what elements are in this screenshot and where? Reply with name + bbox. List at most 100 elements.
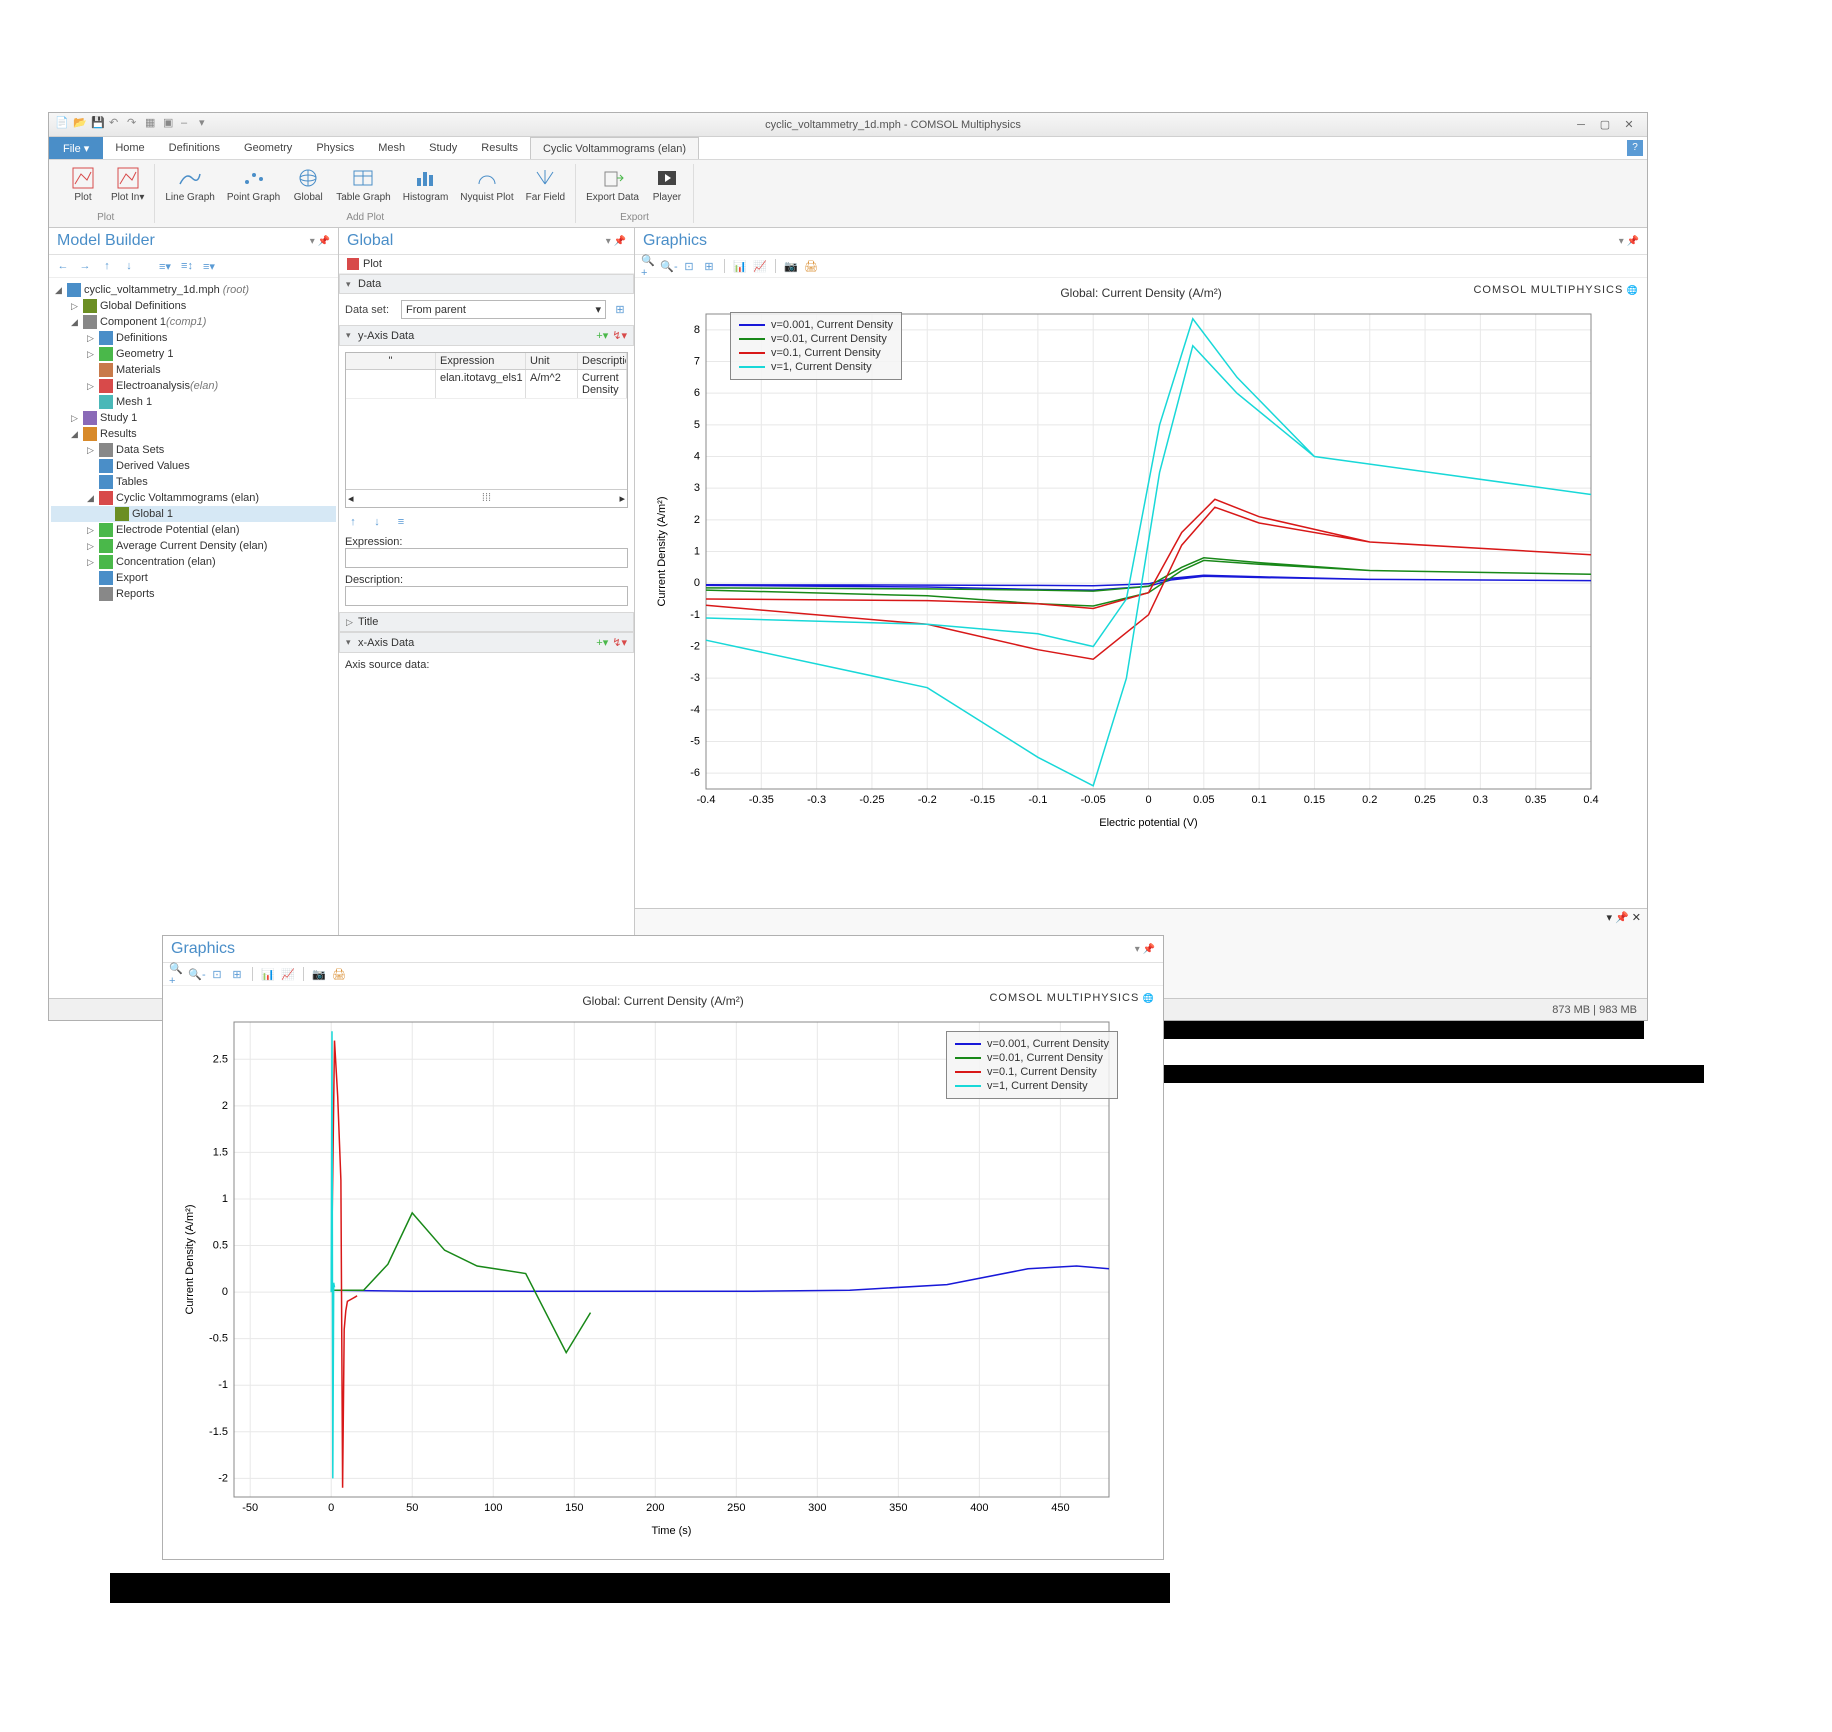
tree-node[interactable]: ▷Electrode Potential (elan) [51,522,336,538]
decorative-bar [1164,1065,1704,1083]
tree-node[interactable]: ▷Geometry 1 [51,346,336,362]
expression-input[interactable] [345,548,628,568]
menu-study[interactable]: Study [417,137,469,159]
decorative-bar [110,1573,1170,1603]
tree-root: ◢cyclic_voltammetry_1d.mph (root) [51,282,336,298]
menu-mesh[interactable]: Mesh [366,137,417,159]
quick-access-toolbar[interactable]: 📄📂💾↶↷▦▣–▾ [55,116,217,133]
menu-cyclic-voltammograms[interactable]: Cyclic Voltammograms (elan) [530,137,699,159]
pin-icon[interactable]: ▾ 📌 [1135,944,1155,955]
description-input[interactable] [345,586,628,606]
ribbon-group-export: Export Data Player Export [576,164,694,223]
collapse-icon: ≡↕ [179,258,195,274]
ribbon-plot-button[interactable]: Plot [65,164,101,205]
svg-text:0.1: 0.1 [1251,794,1266,806]
floating-toolbar[interactable]: 🔍+🔍-⊡⊞ 📊📈 📷🖨 [163,963,1163,986]
delete-icon[interactable]: ≡ [393,514,409,530]
main-plot[interactable]: COMSOL MULTIPHYSICS 🌐 Global: Current De… [635,278,1647,908]
legend: v=0.001, Current Densityv=0.01, Current … [730,312,902,380]
svg-text:300: 300 [808,1502,826,1514]
graphics-toolbar[interactable]: 🔍+🔍-⊡⊞ 📊📈 📷🖨 [635,255,1647,278]
tree-node[interactable]: Materials [51,362,336,378]
ribbon-group-label: Add Plot [346,212,384,223]
menu-results[interactable]: Results [469,137,530,159]
svg-text:-4: -4 [690,704,700,716]
section-xaxis[interactable]: ▾x-Axis Data +▾↯▾ [339,632,634,653]
tree-node[interactable]: ▷Electroanalysis (elan) [51,378,336,394]
ribbon-export-data[interactable]: Export Data [584,164,641,205]
svg-text:0: 0 [694,577,700,589]
ribbon-table-graph[interactable]: Table Graph [334,164,392,205]
move-up-icon[interactable]: ↑ [345,514,361,530]
chart2-icon: 📈 [752,258,768,274]
main-app-window: 📄📂💾↶↷▦▣–▾ cyclic_voltammetry_1d.mph - CO… [48,112,1648,1021]
help-icon[interactable]: ? [1627,140,1643,156]
pin-icon[interactable]: ▾ 📌 [1619,236,1639,247]
section-yaxis[interactable]: ▾y-Axis Data +▾↯▾ [339,325,634,346]
window-title: cyclic_voltammetry_1d.mph - COMSOL Multi… [217,119,1569,131]
menu-home[interactable]: Home [103,137,156,159]
zoom-box-icon: ⊡ [681,258,697,274]
menu-definitions[interactable]: Definitions [157,137,232,159]
ribbon-far-field[interactable]: Far Field [524,164,567,205]
tree-node[interactable]: Tables [51,474,336,490]
zoom-in-icon: 🔍+ [169,966,185,982]
zoom-out-icon: 🔍- [189,966,205,982]
chart-icon: 📊 [732,258,748,274]
tree-node[interactable]: ▷Definitions [51,330,336,346]
decorative-bar [1164,1021,1644,1039]
tree-node[interactable]: Reports [51,586,336,602]
svg-text:-2: -2 [690,641,700,653]
section-data[interactable]: ▾Data [339,274,634,294]
ribbon-point-graph[interactable]: Point Graph [225,164,282,205]
tree-node[interactable]: ▷Global Definitions [51,298,336,314]
tree-node[interactable]: ▷Concentration (elan) [51,554,336,570]
floating-plot[interactable]: COMSOL MULTIPHYSICS 🌐 Global: Current De… [163,986,1163,1559]
svg-text:-1: -1 [690,609,700,621]
tree-node[interactable]: ◢Cyclic Voltammograms (elan) [51,490,336,506]
dataset-combo[interactable]: From parent▾ [401,300,606,319]
zoom-out-icon: 🔍- [661,258,677,274]
tree-node[interactable]: Export [51,570,336,586]
nav-back-icon: ← [55,258,71,274]
svg-text:-6: -6 [690,767,700,779]
ribbon-group-label: Plot [97,212,114,223]
move-down-icon[interactable]: ↓ [369,514,385,530]
menu-geometry[interactable]: Geometry [232,137,304,159]
model-builder-toolbar[interactable]: ←→↑↓ ≡▾≡↕≡▾ [49,255,338,278]
bottom-panel-controls[interactable]: ▾ 📌 ✕ [1606,911,1641,996]
dataset-action-icon[interactable]: ⊞ [612,302,628,318]
tree-node[interactable]: ◢Results [51,426,336,442]
svg-text:0.25: 0.25 [1414,794,1435,806]
axis-source-label: Axis source data: [345,659,628,671]
panel-title: Graphics [643,232,707,250]
graphics-panel: Graphics ▾ 📌 🔍+🔍-⊡⊞ 📊📈 📷🖨 COMSOL MULTIPHY… [635,228,1647,998]
svg-text:-0.05: -0.05 [1081,794,1106,806]
ribbon-histogram[interactable]: Histogram [401,164,451,205]
tree-node[interactable]: ▷Study 1 [51,410,336,426]
pin-icon[interactable]: ▾ 📌 [606,236,626,247]
watermark: COMSOL MULTIPHYSICS 🌐 [989,992,1155,1004]
svg-text:0.35: 0.35 [1525,794,1546,806]
tree-node[interactable]: Global 1 [51,506,336,522]
expression-label: Expression: [345,536,402,548]
model-tree[interactable]: ◢cyclic_voltammetry_1d.mph (root) ▷Globa… [49,278,338,998]
file-menu[interactable]: File ▾ [49,137,103,159]
ribbon-player[interactable]: Player [649,164,685,205]
ribbon-line-graph[interactable]: Line Graph [163,164,216,205]
section-title[interactable]: ▷Title [339,612,634,632]
ribbon-global[interactable]: Global [290,164,326,205]
ribbon-nyquist[interactable]: Nyquist Plot [458,164,515,205]
svg-text:0.05: 0.05 [1193,794,1214,806]
tree-node[interactable]: ▷Average Current Density (elan) [51,538,336,554]
window-controls[interactable]: ─▢✕ [1569,118,1641,131]
list-icon: ≡▾ [201,258,217,274]
yaxis-table[interactable]: "ExpressionUnitDescription elan.itotavg_… [345,352,628,508]
tree-node[interactable]: Mesh 1 [51,394,336,410]
pin-icon[interactable]: ▾ 📌 [310,236,330,247]
menu-physics[interactable]: Physics [304,137,366,159]
tree-node[interactable]: Derived Values [51,458,336,474]
tree-node[interactable]: ◢Component 1 (comp1) [51,314,336,330]
ribbon-plot-in-button[interactable]: Plot In▾ [109,164,146,205]
tree-node[interactable]: ▷Data Sets [51,442,336,458]
